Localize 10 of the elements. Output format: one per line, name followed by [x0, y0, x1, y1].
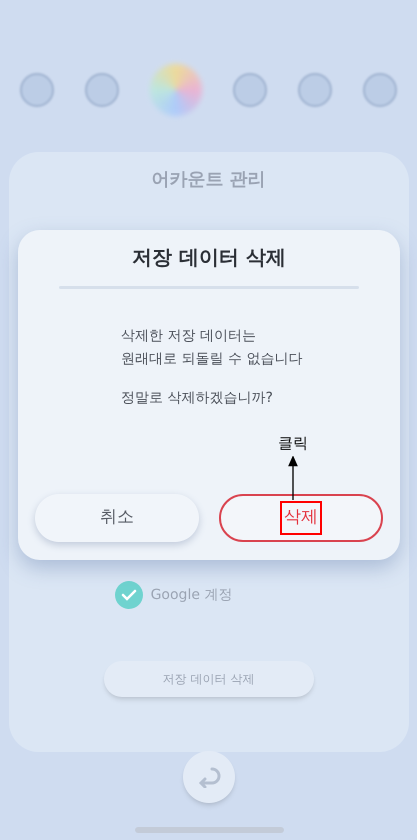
cancel-button[interactable]: 취소 [35, 494, 199, 542]
dialog-title: 저장 데이터 삭제 [132, 244, 286, 271]
account-label: Google 계정 [150, 586, 232, 604]
dialog-message: 원래대로 되돌릴 수 없습니다 [121, 350, 304, 369]
card-title: 어카운트 관리 [151, 168, 266, 192]
annotation-label: 클릭 [278, 433, 308, 454]
delete-data-button[interactable]: 저장 데이터 삭제 [104, 661, 314, 697]
dialog-message: 삭제한 저장 데이터는 [121, 327, 257, 346]
delete-button[interactable]: 삭제 [219, 494, 383, 542]
dialog-question: 정말로 삭제하겠습니까? [121, 389, 274, 408]
